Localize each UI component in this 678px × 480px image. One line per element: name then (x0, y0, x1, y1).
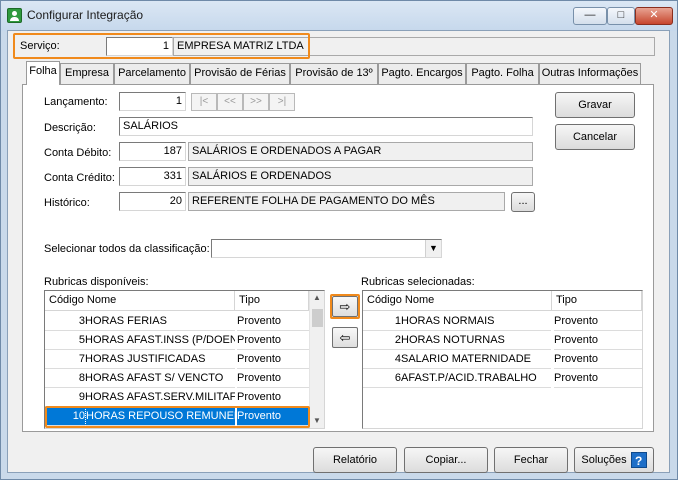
fechar-button[interactable]: Fechar (494, 447, 568, 473)
selected-cell-code: 6 (363, 369, 401, 388)
available-cell-name: HORAS JUSTIFICADAS (85, 350, 235, 369)
tab-provisao-ferias[interactable]: Provisão de Férias (190, 63, 290, 84)
relatorio-button[interactable]: Relatório (313, 447, 397, 473)
previous-record-button[interactable]: << (217, 93, 243, 111)
title-bar: Configurar Integração — □ ✕ (1, 1, 677, 31)
available-col-nome: Nome (86, 294, 117, 306)
conta-credito-code-field[interactable]: 331 (119, 167, 186, 186)
app-user-icon (7, 8, 22, 23)
tab-pagto-encargos[interactable]: Pagto. Encargos (378, 63, 466, 84)
classificacao-selected-value (212, 240, 215, 252)
tab-folha[interactable]: Folha (26, 61, 60, 85)
available-header-codigo-nome[interactable]: Código Nome (45, 291, 235, 311)
available-col-codigo: Código (49, 294, 84, 306)
selected-header-codigo-nome[interactable]: Código Nome (363, 291, 552, 311)
dropdown-arrow-icon[interactable]: ▼ (425, 240, 441, 257)
gravar-button[interactable]: Gravar (555, 92, 635, 118)
conta-debito-code-field[interactable]: 187 (119, 142, 186, 161)
selected-cell-code: 4 (363, 350, 401, 369)
available-cell-type: Provento (237, 369, 309, 388)
next-record-button[interactable]: >> (243, 93, 269, 111)
available-cell-name: HORAS AFAST S/ VENCTO (85, 369, 235, 388)
available-header-tipo[interactable]: Tipo (235, 291, 309, 311)
available-cell-name: HORAS AFAST.SERV.MILITAF (85, 388, 235, 407)
classificacao-select[interactable]: ▼ (211, 239, 442, 258)
available-cell-type: Provento (237, 350, 309, 369)
tab-parcelamento[interactable]: Parcelamento (114, 63, 190, 84)
window-title: Configurar Integração (27, 8, 144, 22)
servico-label: Serviço: (20, 40, 60, 52)
conta-credito-name-field: SALÁRIOS E ORDENADOS (188, 167, 533, 186)
copiar-button[interactable]: Copiar... (404, 447, 488, 473)
add-rubrica-button[interactable]: ⇨ (332, 296, 358, 317)
available-cell-type: Provento (237, 407, 309, 426)
available-cell-name: HORAS AFAST.INSS (P/DOEN (85, 331, 235, 350)
rubricas-disponiveis-label: Rubricas disponíveis: (44, 276, 149, 288)
historico-browse-button[interactable]: ... (511, 192, 535, 212)
historico-code-field[interactable]: 20 (119, 192, 186, 211)
historico-label: Histórico: (44, 197, 90, 209)
conta-credito-label: Conta Crédito: (44, 172, 115, 184)
selected-cell-code: 2 (363, 331, 401, 350)
selected-cell-name: SALARIO MATERNIDADE (401, 350, 551, 369)
selected-col-codigo: Código (367, 294, 402, 306)
selected-cell-code: 1 (363, 312, 401, 331)
conta-debito-label: Conta Débito: (44, 147, 112, 159)
available-cell-code: 5 (45, 331, 85, 350)
scroll-up-arrow-icon[interactable]: ▲ (313, 293, 321, 302)
last-record-button[interactable]: >| (269, 93, 295, 111)
selected-rubricas-list[interactable]: Código Nome Tipo 1 HORAS NORMAIS Provent… (362, 290, 643, 429)
historico-text-field: REFERENTE FOLHA DE PAGAMENTO DO MÊS (188, 192, 505, 211)
selected-header-tipo[interactable]: Tipo (552, 291, 642, 311)
available-cell-name: HORAS FERIAS (85, 312, 235, 331)
selected-cell-type: Provento (554, 350, 642, 369)
tab-outras-informacoes[interactable]: Outras Informações (539, 63, 641, 84)
conta-debito-name-field: SALÁRIOS E ORDENADOS A PAGAR (188, 142, 533, 161)
close-button[interactable]: ✕ (635, 7, 673, 25)
selected-cell-type: Provento (554, 331, 642, 350)
selected-cell-name: AFAST.P/ACID.TRABALHO (401, 369, 551, 388)
available-rubricas-list[interactable]: Código Nome Tipo 3 HORAS FERIAS Provento… (44, 290, 325, 429)
solucoes-label: Soluções (581, 454, 627, 466)
scroll-thumb[interactable] (312, 309, 323, 327)
selected-cell-type: Provento (554, 369, 642, 388)
selected-col-nome: Nome (404, 294, 435, 306)
selected-cell-name: HORAS NOTURNAS (401, 331, 551, 350)
remove-rubrica-button[interactable]: ⇦ (332, 327, 358, 348)
classificacao-label: Selecionar todos da classificação: (44, 243, 210, 255)
scroll-down-arrow-icon[interactable]: ▼ (313, 416, 321, 425)
available-cell-code: 3 (45, 312, 85, 331)
descricao-label: Descrição: (44, 122, 96, 134)
selected-cell-name: HORAS NORMAIS (401, 312, 551, 331)
selected-cell-type: Provento (554, 312, 642, 331)
tab-empresa[interactable]: Empresa (60, 63, 114, 84)
available-cell-code: 8 (45, 369, 85, 388)
tab-pagto-folha[interactable]: Pagto. Folha (466, 63, 539, 84)
available-cell-code: 9 (45, 388, 85, 407)
tab-provisao-13[interactable]: Provisão de 13º (290, 63, 378, 84)
available-cell-type: Provento (237, 331, 309, 350)
lancamento-label: Lançamento: (44, 96, 108, 108)
available-cell-type: Provento (237, 388, 309, 407)
available-cell-name: HORAS REPOUSO REMUNEF (85, 407, 235, 426)
minimize-button[interactable]: — (573, 7, 607, 25)
servico-code-field[interactable]: 1 (106, 37, 173, 56)
cancelar-button[interactable]: Cancelar (555, 124, 635, 150)
solucoes-button[interactable]: Soluções? (574, 447, 654, 473)
available-cell-type: Provento (237, 312, 309, 331)
descricao-field[interactable]: SALÁRIOS (119, 117, 533, 136)
servico-name-field: EMPRESA MATRIZ LTDA (173, 37, 655, 56)
rubricas-selecionadas-label: Rubricas selecionadas: (361, 276, 475, 288)
lancamento-field[interactable]: 1 (119, 92, 186, 111)
first-record-button[interactable]: |< (191, 93, 217, 111)
help-icon: ? (630, 452, 647, 469)
available-scrollbar[interactable]: ▲ ▼ (309, 291, 324, 428)
available-cell-code: 10 (45, 407, 85, 426)
maximize-button[interactable]: □ (607, 7, 635, 25)
available-cell-code: 7 (45, 350, 85, 369)
